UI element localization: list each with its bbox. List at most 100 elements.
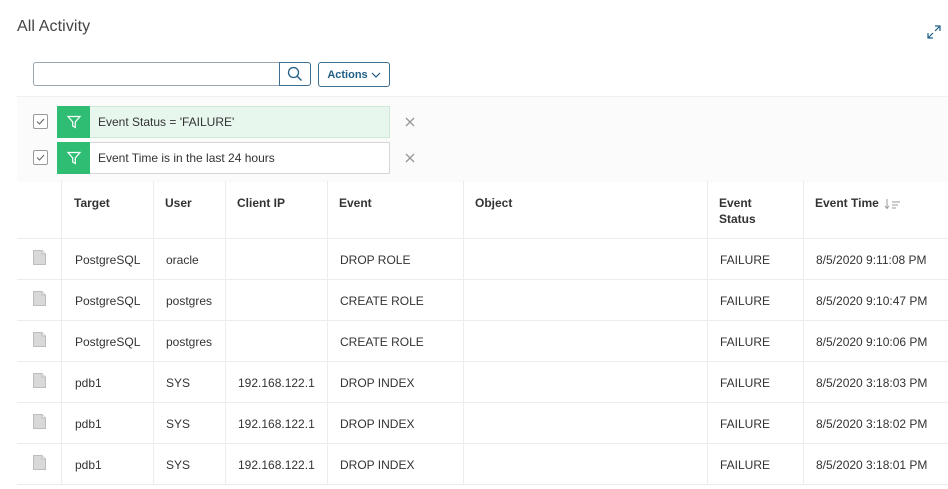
cell-target-text: PostgreSQL: [75, 335, 141, 349]
document-icon[interactable]: [33, 332, 46, 347]
cell-client-ip: 192.168.122.1: [225, 362, 327, 402]
cell-client-ip: [225, 321, 327, 361]
cell-user: SYS: [153, 403, 225, 443]
chevron-down-icon: [371, 72, 381, 78]
cell-event-status: FAILURE: [707, 321, 803, 361]
cell-target: PostgreSQL: [61, 280, 153, 320]
cell-event-text: CREATE ROLE: [340, 335, 424, 349]
header-cell-client-ip[interactable]: Client IP: [225, 181, 327, 238]
cell-client-ip: 192.168.122.1: [225, 444, 327, 484]
filter-chip[interactable]: Event Status = 'FAILURE': [57, 105, 390, 138]
close-icon: [405, 117, 415, 127]
cell-target: PostgreSQL: [61, 239, 153, 279]
cell-user-text: SYS: [166, 376, 191, 390]
table-row[interactable]: PostgreSQL oracle DROP ROLE FAILURE 8/5/2020…: [17, 239, 948, 280]
cell-event-status: FAILURE: [707, 280, 803, 320]
table-row[interactable]: PostgreSQL postgres CREATE ROLE FAILURE 8/5/…: [17, 321, 948, 362]
cell-event-text: DROP ROLE: [340, 253, 411, 267]
cell-object: [463, 321, 707, 361]
cell-event: DROP INDEX: [327, 403, 463, 443]
checkmark-icon: [36, 118, 45, 125]
cell-event-status-text: FAILURE: [720, 294, 771, 308]
header-cell-event-time[interactable]: Event Time: [803, 181, 948, 238]
remove-filter-button[interactable]: [404, 152, 416, 164]
cell-event-time-text: 8/5/2020 9:11:08 PM: [816, 253, 927, 267]
close-icon: [405, 153, 415, 163]
funnel-icon: [57, 105, 90, 138]
cell-event-status: FAILURE: [707, 239, 803, 279]
cell-user: postgres: [153, 321, 225, 361]
table-header: Target User Client IP Event Object Event…: [17, 181, 948, 239]
document-icon[interactable]: [33, 414, 46, 429]
header-cell-user[interactable]: User: [153, 181, 225, 238]
column-header-event-time: Event Time: [815, 196, 879, 210]
actions-label: Actions: [327, 68, 368, 81]
filter-text: Event Time is in the last 24 hours: [98, 151, 275, 165]
filter-checkbox[interactable]: [33, 150, 48, 165]
cell-event: DROP INDEX: [327, 362, 463, 402]
cell-user: oracle: [153, 239, 225, 279]
cell-icon: [17, 280, 61, 320]
header-cell-icon: [17, 181, 61, 238]
cell-event-status-text: FAILURE: [720, 417, 771, 431]
filter-text: Event Status = 'FAILURE': [98, 115, 235, 129]
document-icon[interactable]: [33, 291, 46, 306]
table-row[interactable]: pdb1 SYS 192.168.122.1 DROP INDEX FAILURE 8/5…: [17, 444, 948, 485]
search-button[interactable]: [279, 62, 311, 86]
column-header-event: Event: [339, 196, 372, 210]
table-row[interactable]: pdb1 SYS 192.168.122.1 DROP INDEX FAILURE 8/5…: [17, 362, 948, 403]
cell-event-text: DROP INDEX: [340, 458, 415, 472]
filter-row: Event Status = 'FAILURE': [17, 105, 437, 138]
cell-target: pdb1: [61, 403, 153, 443]
search-icon: [287, 66, 302, 81]
cell-icon: [17, 403, 61, 443]
cell-user: SYS: [153, 444, 225, 484]
cell-icon: [17, 321, 61, 361]
column-header-client-ip: Client IP: [237, 196, 286, 210]
cell-event-status: FAILURE: [707, 403, 803, 443]
cell-event-time-text: 8/5/2020 3:18:03 PM: [816, 376, 928, 390]
cell-target: PostgreSQL: [61, 321, 153, 361]
cell-event-status: FAILURE: [707, 362, 803, 402]
cell-event-time-text: 8/5/2020 9:10:06 PM: [816, 335, 928, 349]
funnel-icon: [57, 141, 90, 174]
cell-target-text: pdb1: [75, 417, 102, 431]
header-cell-event-status[interactable]: Event Status: [707, 181, 803, 238]
cell-user-text: oracle: [166, 253, 199, 267]
actions-button[interactable]: Actions: [318, 62, 390, 87]
cell-client-ip-text: 192.168.122.1: [238, 458, 315, 472]
cell-object: [463, 239, 707, 279]
filter-chip[interactable]: Event Time is in the last 24 hours: [57, 141, 390, 174]
cell-event: DROP ROLE: [327, 239, 463, 279]
expand-icon[interactable]: [925, 23, 943, 41]
cell-event-status-text: FAILURE: [720, 458, 771, 472]
header-cell-object[interactable]: Object: [463, 181, 707, 238]
search-input[interactable]: [33, 62, 279, 86]
column-header-event-status: Event Status: [719, 196, 756, 226]
table-row[interactable]: pdb1 SYS 192.168.122.1 DROP INDEX FAILURE 8/5…: [17, 403, 948, 444]
table-row[interactable]: PostgreSQL postgres CREATE ROLE FAILURE 8/5/…: [17, 280, 948, 321]
document-icon[interactable]: [33, 250, 46, 265]
cell-target: pdb1: [61, 444, 153, 484]
cell-event-status-text: FAILURE: [720, 335, 771, 349]
document-icon[interactable]: [33, 455, 46, 470]
cell-client-ip-text: 192.168.122.1: [238, 376, 315, 390]
activity-table: Target User Client IP Event Object Event…: [17, 181, 948, 485]
header-cell-event[interactable]: Event: [327, 181, 463, 238]
sort-descending-icon[interactable]: [884, 198, 902, 210]
filter-checkbox[interactable]: [33, 114, 48, 129]
filter-panel: Event Status = 'FAILURE' Event Time is i…: [17, 96, 948, 182]
cell-user: postgres: [153, 280, 225, 320]
cell-target-text: pdb1: [75, 376, 102, 390]
cell-event-time-text: 8/5/2020 3:18:02 PM: [816, 417, 928, 431]
column-header-event-time-wrap: Event Time: [815, 195, 902, 211]
cell-client-ip: 192.168.122.1: [225, 403, 327, 443]
document-icon[interactable]: [33, 373, 46, 388]
header-cell-target[interactable]: Target: [61, 181, 153, 238]
cell-icon: [17, 362, 61, 402]
cell-target: pdb1: [61, 362, 153, 402]
cell-icon: [17, 239, 61, 279]
cell-user: SYS: [153, 362, 225, 402]
column-header-user: User: [165, 196, 192, 210]
remove-filter-button[interactable]: [404, 116, 416, 128]
